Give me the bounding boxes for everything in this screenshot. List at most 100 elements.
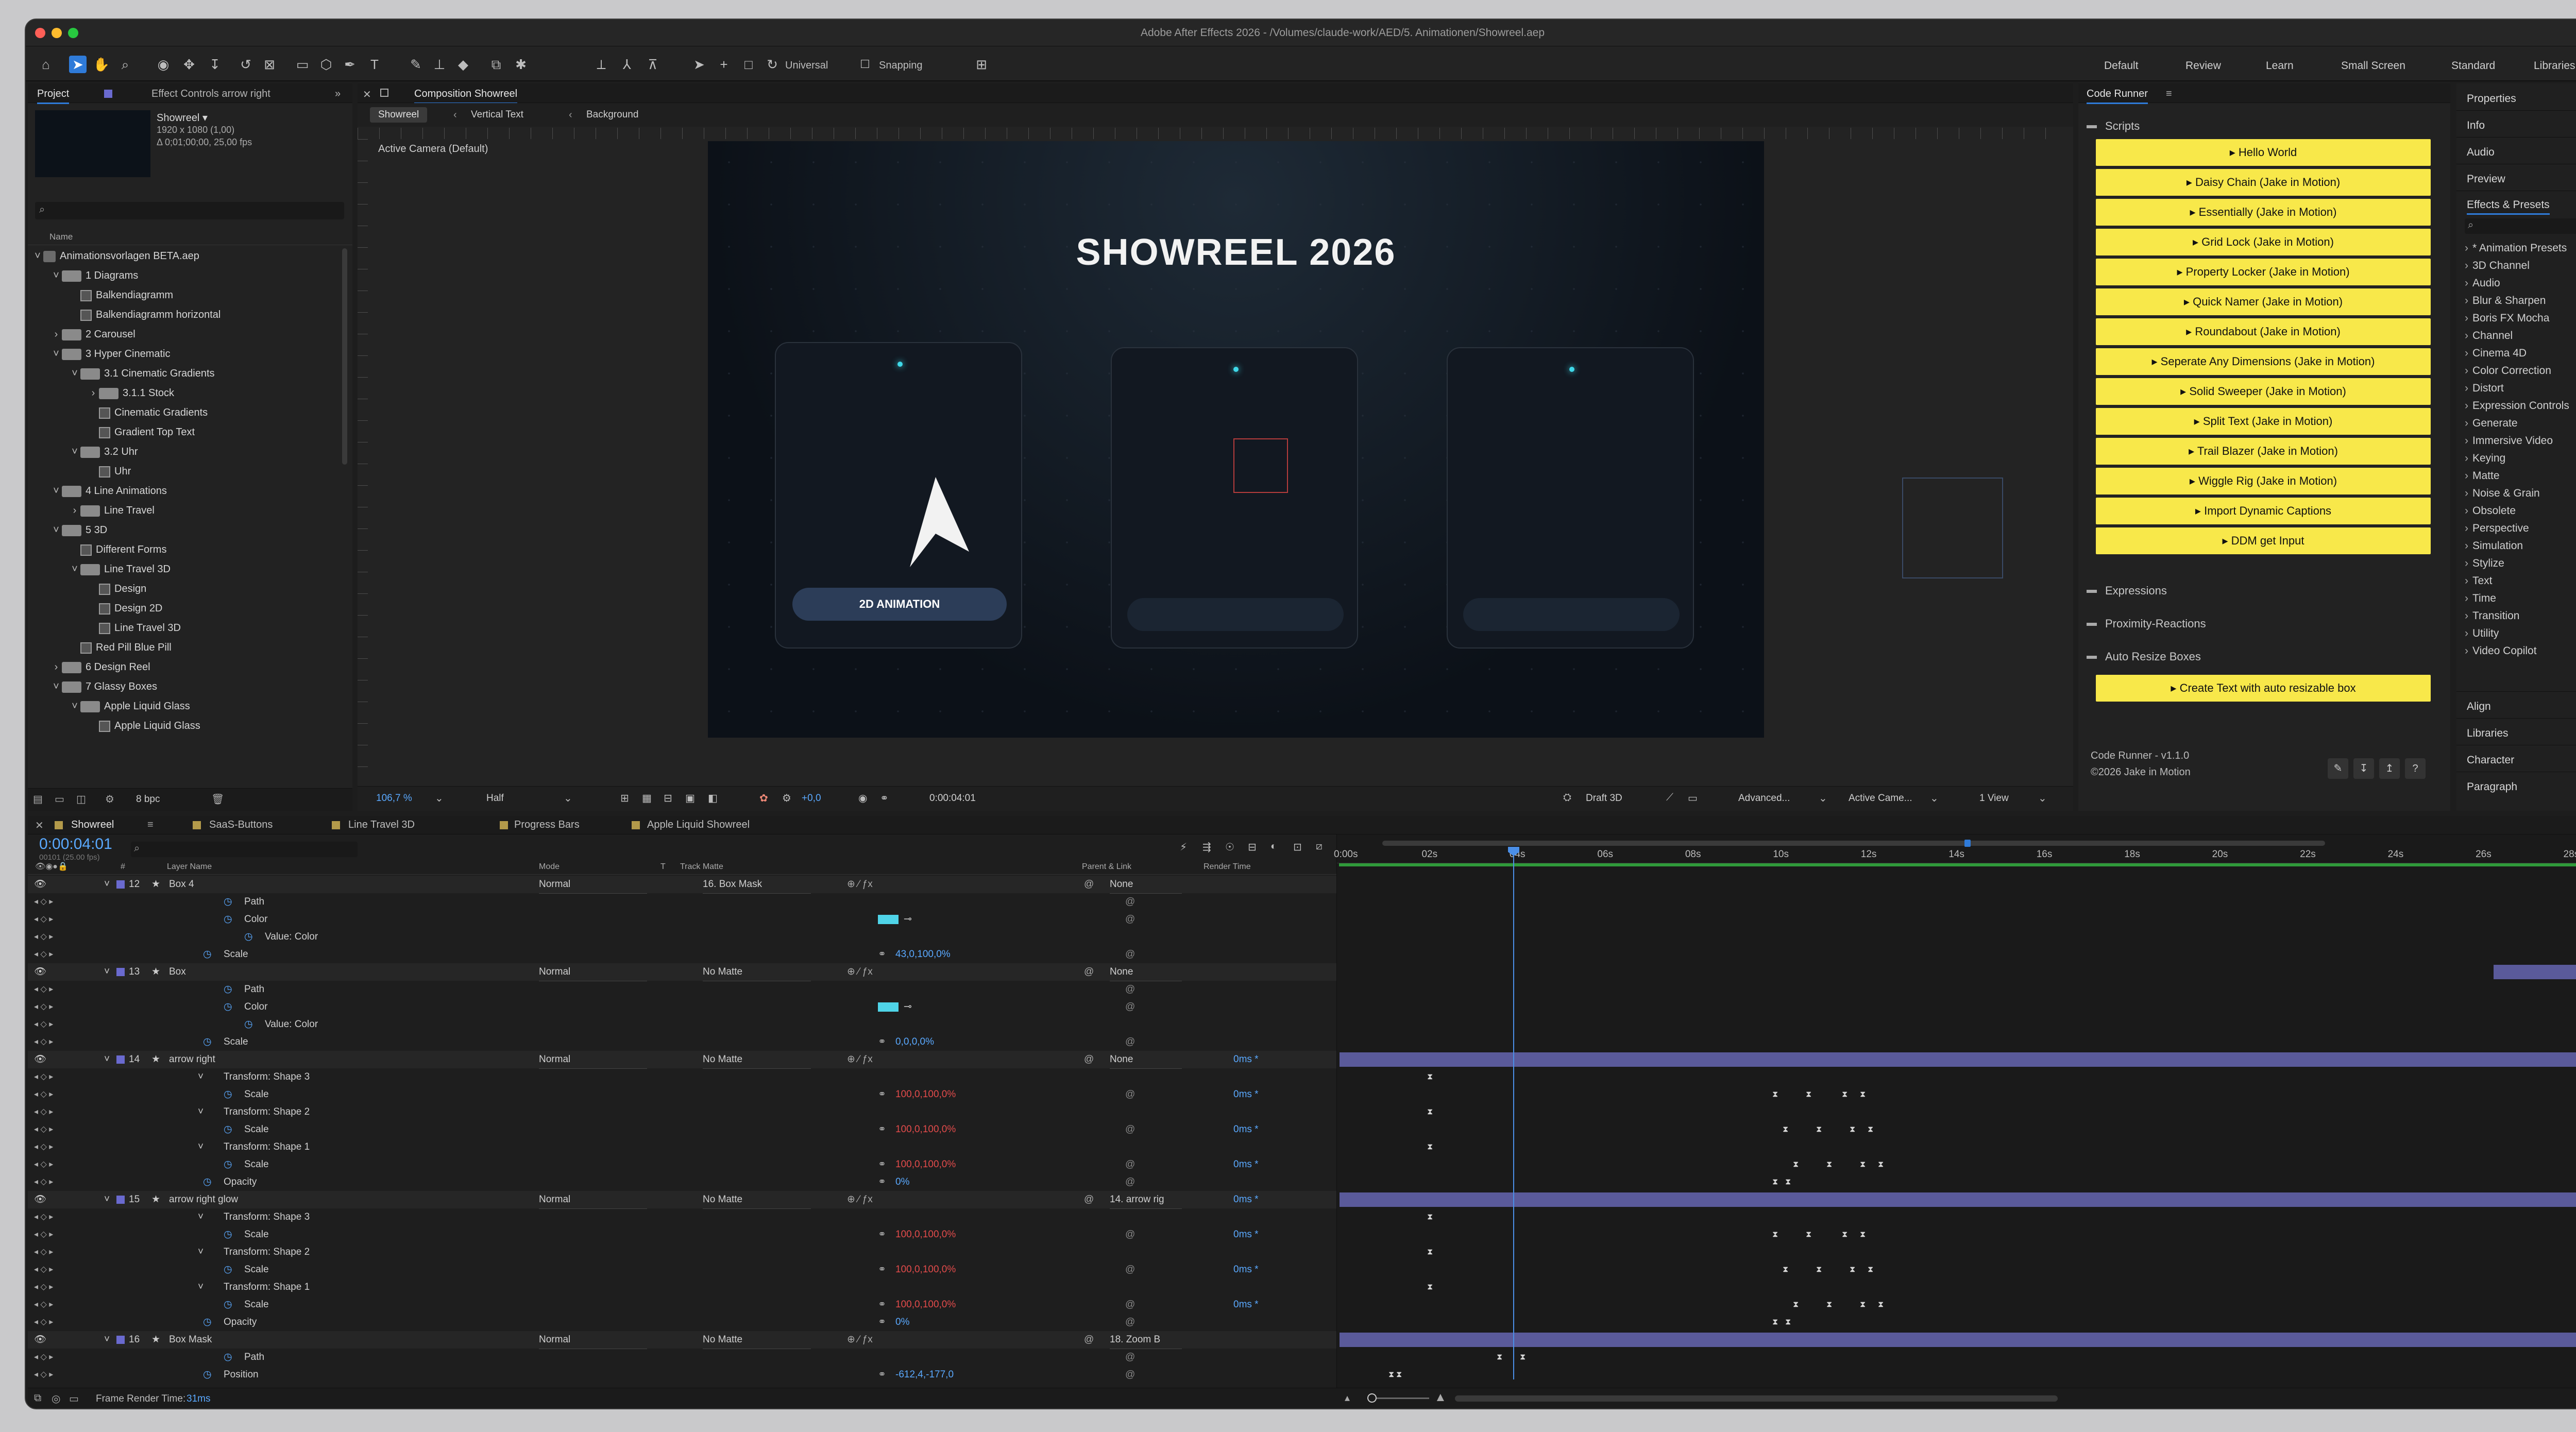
exposure-value[interactable]: +0,0 (802, 793, 821, 804)
help-icon[interactable]: ? (2405, 758, 2426, 779)
chevron-right-icon[interactable]: › (2465, 347, 2468, 359)
brush-tool-icon[interactable]: ✎ (407, 56, 425, 73)
pan-tool-icon[interactable]: ✥ (180, 56, 198, 73)
property-row[interactable]: ◂ ◇ ▸ ◷ Path @ (28, 893, 1336, 911)
comp-flowchart-icon[interactable]: ⇶ (1202, 841, 1211, 854)
chevron-right-icon[interactable]: › (2465, 330, 2468, 342)
property-row[interactable]: ◂ ◇ ▸ ◷ Opacity ⚭ 0% @ (28, 1314, 1336, 1331)
keyframe-navigator[interactable]: ◂ ◇ ▸ (34, 1016, 53, 1033)
breadcrumb-showreel[interactable]: Showreel (370, 107, 428, 123)
project-item[interactable]: ˅ 3.2 Uhr (28, 442, 138, 462)
property-row[interactable]: ◂ ◇ ▸ ˅ Transform: Shape 2 (28, 1243, 1336, 1261)
effects-category[interactable]: › Perspective (2465, 522, 2529, 535)
twirl-down-icon[interactable]: ˅ (198, 1138, 204, 1156)
constrain-proportions-icon[interactable]: ⚭ (878, 1033, 886, 1051)
keyframe-icon[interactable]: ⧗ (1396, 1370, 1403, 1379)
chevron-right-icon[interactable]: › (2465, 435, 2468, 447)
stopwatch-icon[interactable]: ◷ (224, 1296, 232, 1314)
project-item[interactable]: Red Pill Blue Pill (28, 638, 172, 657)
project-item[interactable]: › Line Travel (28, 501, 155, 520)
project-item[interactable]: Balkendiagramm (28, 285, 173, 305)
keyframe-icon[interactable]: ⧗ (1783, 1265, 1790, 1274)
color-swatch[interactable] (878, 1002, 899, 1012)
chevron-down-icon[interactable]: ⌄ (435, 792, 444, 805)
track-matte-select[interactable]: No Matte (703, 963, 811, 981)
constrain-proportions-icon[interactable]: ⚭ (878, 946, 886, 963)
keyframe-icon[interactable]: ⧗ (1785, 1178, 1792, 1187)
effects-category[interactable]: › Immersive Video (2465, 435, 2553, 447)
project-item[interactable]: › 2 Carousel (28, 325, 135, 344)
keyframe-icon[interactable]: ⧗ (1826, 1160, 1834, 1169)
clone-stamp-tool-icon[interactable]: ⊥ (431, 56, 448, 73)
constrain-proportions-icon[interactable]: ⚭ (878, 1173, 886, 1191)
keyframe-icon[interactable]: ⧗ (1868, 1125, 1875, 1134)
keyframe-navigator[interactable]: ◂ ◇ ▸ (34, 911, 53, 928)
zoom-slider[interactable] (1367, 1393, 1429, 1403)
keyframe-icon[interactable]: ⧗ (1772, 1318, 1780, 1327)
effects-category[interactable]: › Transition (2465, 610, 2519, 622)
stopwatch-icon[interactable]: ◷ (203, 1314, 212, 1331)
twirl-down-icon[interactable]: ˅ (198, 1068, 204, 1086)
stopwatch-icon[interactable]: ◷ (203, 1033, 212, 1051)
project-scrollbar[interactable] (342, 248, 347, 465)
zoom-level[interactable]: 106,7 % (376, 793, 412, 804)
keyframe-navigator[interactable]: ◂ ◇ ▸ (34, 928, 53, 946)
property-row[interactable]: ◂ ◇ ▸ ˅ Transform: Shape 2 (28, 1103, 1336, 1121)
preview-panel-tab[interactable]: Preview (2467, 173, 2505, 185)
script-button[interactable]: ▸ Roundabout (Jake in Motion) (2096, 318, 2431, 345)
keyframe-icon[interactable]: ⧗ (1427, 1248, 1434, 1257)
workspace-default[interactable]: Default (2104, 60, 2139, 72)
keyframe-icon[interactable]: ⧗ (1842, 1090, 1849, 1099)
expression-pick-whip-icon[interactable]: @ (1125, 1366, 1135, 1382)
align-panel-tab[interactable]: Align (2467, 701, 2491, 713)
keyframe-navigator[interactable]: ◂ ◇ ▸ (34, 1243, 53, 1261)
track-matte-select[interactable]: 16. Box Mask (703, 876, 811, 894)
square-icon[interactable]: □ (740, 56, 757, 73)
shy-icon[interactable]: ☉ (1225, 841, 1234, 854)
keyframe-navigator[interactable]: ◂ ◇ ▸ (34, 1314, 53, 1331)
stopwatch-icon[interactable]: ◷ (224, 1226, 232, 1243)
timeline-tab-apple-liquid-showreel[interactable]: Apple Liquid Showreel (647, 819, 750, 831)
orbit-tool-icon[interactable]: ◉ (155, 56, 172, 73)
keyframe-icon[interactable]: ⧗ (1772, 1230, 1780, 1239)
blend-mode-select[interactable]: Normal (539, 876, 647, 894)
delete-icon[interactable]: 🗑 (211, 793, 224, 806)
effects-category[interactable]: › Boris FX Mocha (2465, 312, 2549, 325)
twirl-down-icon[interactable]: ˅ (198, 1243, 204, 1261)
info-panel-tab[interactable]: Info (2467, 120, 2485, 132)
tab-project[interactable]: Project (37, 88, 70, 104)
expression-pick-whip-icon[interactable]: @ (1125, 1261, 1135, 1278)
track-matte-select[interactable]: No Matte (703, 1051, 811, 1069)
expressions-label[interactable]: Expressions (2105, 584, 2167, 598)
track-matte-header[interactable]: Track Matte (680, 862, 723, 872)
chevron-right-icon[interactable]: › (2465, 400, 2468, 412)
workspace-review[interactable]: Review (2185, 60, 2221, 72)
keyframe-icon[interactable]: ⧗ (1785, 1318, 1792, 1327)
chevron-right-icon[interactable]: › (2465, 540, 2468, 552)
script-button[interactable]: ▸ Hello World (2096, 139, 2431, 166)
property-row[interactable]: ◂ ◇ ▸ ◷ Scale ⚭ 43,0,100,0% @ (28, 946, 1336, 963)
project-item[interactable]: ˅ Animationsvorlagen BETA.aep (28, 246, 199, 266)
script-button[interactable]: ▸ Property Locker (Jake in Motion) (2096, 259, 2431, 285)
chevron-right-icon[interactable]: › (2465, 242, 2468, 254)
twirl-down-icon[interactable]: ˅ (104, 876, 110, 893)
keyframe-icon[interactable]: ⧗ (1860, 1090, 1867, 1099)
keyframe-icon[interactable]: ⧗ (1868, 1265, 1875, 1274)
project-item[interactable]: Balkendiagramm horizontal (28, 305, 221, 325)
rotate-tool-icon[interactable]: ↺ (237, 56, 255, 73)
chevron-right-icon[interactable]: › (2465, 312, 2468, 324)
effects-category[interactable]: › 3D Channel (2465, 260, 2530, 272)
type-tool-icon[interactable]: T (366, 56, 383, 73)
horizontal-scrollbar[interactable] (1455, 1395, 2058, 1402)
layer-name[interactable]: arrow right (169, 1051, 215, 1068)
layer-row[interactable]: 👁 ˅ 16 ★ Box Mask Normal No Matte ⊕ ⁄ ƒx @18. Zo… (28, 1331, 1336, 1349)
property-value[interactable]: -612,4,-177,0 (895, 1366, 954, 1382)
keyframe-icon[interactable]: ⧗ (1842, 1230, 1849, 1239)
chevron-icon[interactable]: › (50, 325, 62, 344)
frame-blend-icon[interactable]: ⊟ (1248, 841, 1257, 854)
property-value[interactable]: 100,0,100,0% (895, 1261, 956, 1278)
stopwatch-icon[interactable]: ◷ (244, 928, 253, 946)
color-settings-icon[interactable]: ⚙ (782, 792, 791, 805)
project-item[interactable]: ˅ 4 Line Animations (28, 481, 167, 501)
work-area-end-handle[interactable] (1964, 840, 1971, 847)
